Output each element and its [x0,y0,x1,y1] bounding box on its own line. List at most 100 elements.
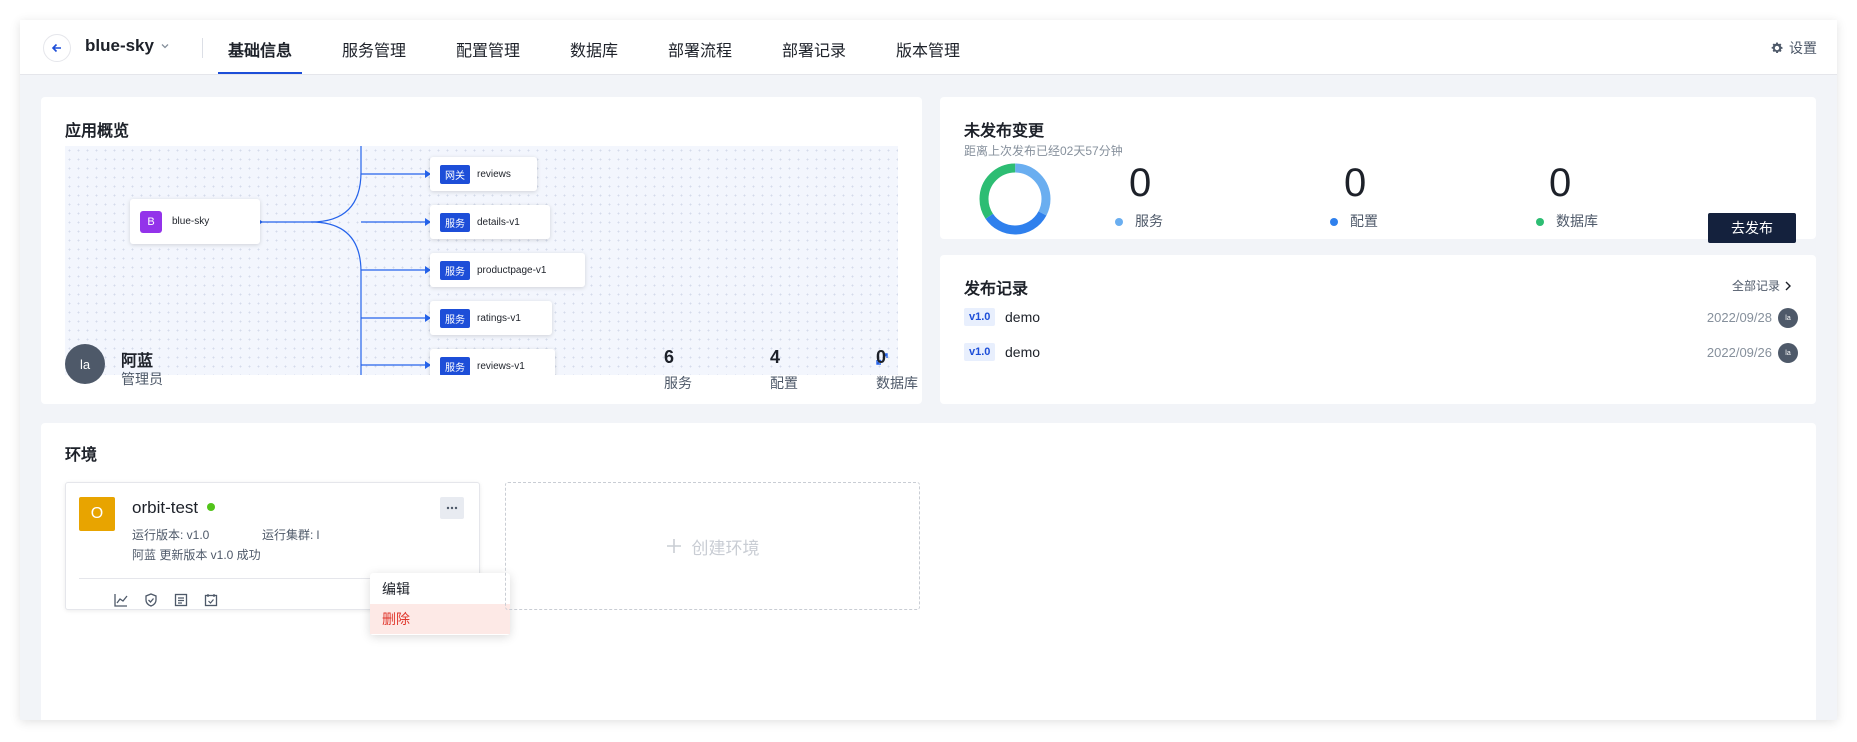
node-service-ratings[interactable]: 服务 ratings-v1 [430,301,552,335]
active-tab-indicator [218,72,302,74]
node-service-reviews[interactable]: 服务 reviews-v1 [430,349,555,375]
nav-divider [202,38,203,58]
legend-label: 配置 [1350,213,1378,229]
create-environment-label: 创建环境 [691,538,760,558]
changes-donut-chart [979,163,1051,235]
env-cluster: 运行集群: l [262,528,320,542]
app-name: blue-sky [85,36,154,55]
stat-databases-label: 数据库 [876,375,918,391]
node-badge: 服务 [440,308,470,328]
tab-deploy-records[interactable]: 部署记录 [782,37,846,61]
env-name: orbit-test [132,498,199,517]
records-title: 发布记录 [964,281,1029,298]
arrow-left-icon [51,43,61,53]
overview-title: 应用概览 [65,123,130,140]
node-root-app[interactable]: B blue-sky [130,199,260,244]
legend-configs: 配置 [1330,211,1378,231]
tab-version-management[interactable]: 版本管理 [896,37,960,61]
unpublished-title: 未发布变更 [964,123,1045,140]
record-avatar: la [1778,343,1798,363]
node-label: blue-sky [172,216,210,227]
plus-icon [666,539,681,553]
stat-services-label: 服务 [664,375,692,391]
app-window: blue-sky 基础信息 服务管理 配置管理 数据库 部署流程 部署记录 版本… [20,20,1837,720]
node-badge: 服务 [440,260,470,280]
stat-databases-value: 0 [876,347,887,367]
tab-deploy-flow[interactable]: 部署流程 [668,37,732,61]
calendar-check-icon[interactable] [204,593,218,607]
record-avatar: la [1778,308,1798,328]
record-name: demo [1005,309,1041,325]
env-name-row: orbit-test [132,498,215,518]
node-gateway-reviews[interactable]: 网关 reviews [430,157,537,191]
menu-item-edit[interactable]: 编辑 [370,574,510,604]
unpublished-changes-card: 未发布变更 距离上次发布已经02天57分钟 0 服务 0 配置 0 数据库 去发… [940,97,1816,243]
node-label: productpage-v1 [477,264,547,276]
node-label: details-v1 [477,216,520,228]
more-horizontal-icon [446,506,458,510]
legend-databases: 数据库 [1536,211,1598,231]
release-record-row[interactable]: v1.0 demo 2022/09/26 la [964,341,1798,365]
version-tag: v1.0 [964,343,996,361]
tab-service-management[interactable]: 服务管理 [342,37,406,61]
legend-label: 服务 [1135,213,1163,229]
node-label: ratings-v1 [477,312,521,324]
unpublished-databases-count: 0 [1549,161,1572,205]
back-button[interactable] [43,34,71,62]
legend-dot [1536,218,1544,227]
topology-graph[interactable]: 网关 reviews B blue-sky 服务 details-v1 服务 p… [65,146,898,375]
all-records-label: 全部记录 [1731,279,1780,293]
record-name: demo [1005,344,1041,360]
app-overview-card: 应用概览 网关 reviews B blue-sky 服务 details-v1… [41,97,922,404]
release-record-row[interactable]: v1.0 demo 2022/09/28 la [964,306,1798,330]
create-environment-button[interactable]: 创建环境 [505,482,920,610]
gear-icon [1771,42,1783,53]
line-chart-icon[interactable] [114,593,128,607]
settings-label: 设置 [1789,40,1817,56]
version-tag: v1.0 [964,308,996,326]
unpublished-services-count: 0 [1129,161,1152,205]
legend-dot [1330,218,1338,227]
stat-configs-label: 配置 [770,375,798,391]
environments-card: 环境 O orbit-test 运行版本: v1.0 运行集群: l 阿蓝 更新… [41,423,1816,720]
all-records-link[interactable]: 全部记录 [1732,277,1792,294]
record-date: 2022/09/26 [1706,345,1772,360]
env-version: 运行版本: v1.0 [132,528,210,542]
stat-configs-value: 4 [770,347,781,367]
node-badge: 服务 [440,356,470,375]
publish-button[interactable]: 去发布 [1708,213,1796,243]
node-badge: 服务 [440,212,470,232]
tab-basic-info[interactable]: 基础信息 [228,37,292,61]
tab-database[interactable]: 数据库 [570,37,618,61]
menu-item-delete[interactable]: 删除 [370,604,510,634]
unpublished-configs-count: 0 [1344,161,1367,205]
owner-avatar: la [65,344,105,384]
release-records-card: 发布记录 全部记录 v1.0 demo 2022/09/28 la v1.0 d… [940,255,1816,404]
owner-name: 阿蓝 [121,353,154,370]
app-letter-icon: B [140,210,162,233]
settings-button[interactable]: 设置 [1770,38,1817,58]
node-service-productpage[interactable]: 服务 productpage-v1 [430,253,585,287]
chevron-down-icon [161,44,169,49]
chevron-right-icon [1785,281,1791,290]
top-nav: blue-sky 基础信息 服务管理 配置管理 数据库 部署流程 部署记录 版本… [20,20,1837,75]
tab-config-management[interactable]: 配置管理 [456,37,520,61]
unpublished-subtitle: 距离上次发布已经02天57分钟 [964,144,1123,158]
more-options-button[interactable] [440,497,464,519]
legend-label: 数据库 [1556,213,1598,229]
app-switcher[interactable]: blue-sky [85,36,170,56]
document-list-icon[interactable] [174,593,188,607]
node-label: reviews [477,168,511,180]
legend-services: 服务 [1115,211,1163,231]
node-badge: 网关 [440,164,470,184]
env-last-action: 阿蓝 更新版本 v1.0 成功 [132,548,261,562]
legend-dot [1115,218,1123,227]
node-label: reviews-v1 [477,360,525,372]
node-service-details[interactable]: 服务 details-v1 [430,205,550,239]
environments-title: 环境 [65,447,98,464]
stat-services-value: 6 [664,347,675,367]
shield-check-icon[interactable] [144,593,158,607]
env-options-menu: 编辑 删除 [370,573,510,635]
environment-card[interactable]: O orbit-test 运行版本: v1.0 运行集群: l 阿蓝 更新版本 … [65,482,510,635]
env-status-dot [206,503,215,512]
